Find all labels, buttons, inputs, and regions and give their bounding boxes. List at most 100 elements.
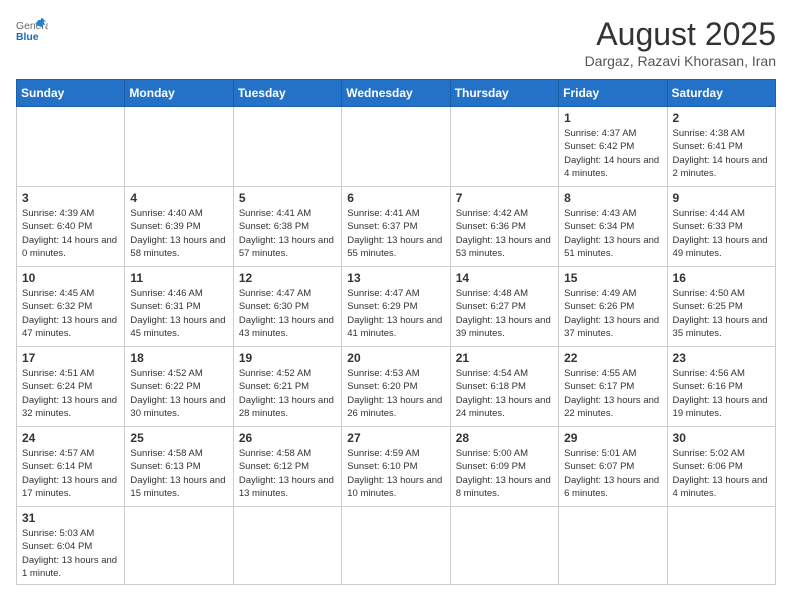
day-number: 1 [564, 111, 661, 125]
day-info: Sunrise: 4:59 AM Sunset: 6:10 PM Dayligh… [347, 447, 444, 500]
day-number: 24 [22, 431, 119, 445]
calendar-cell [450, 107, 558, 187]
calendar-cell: 3 Sunrise: 4:39 AM Sunset: 6:40 PM Daylig… [17, 187, 125, 267]
calendar-cell: 25Sunrise: 4:58 AM Sunset: 6:13 PM Dayli… [125, 427, 233, 507]
calendar-cell: 19 Sunrise: 4:52 AM Sunset: 6:21 PM Dayli… [233, 347, 341, 427]
day-info: Sunrise: 4:52 AM Sunset: 6:21 PM Dayligh… [239, 367, 336, 420]
day-info: Sunrise: 4:47 AM Sunset: 6:30 PM Dayligh… [239, 287, 336, 340]
calendar-cell [667, 507, 775, 585]
day-info: Sunrise: 4:49 AM Sunset: 6:26 PM Dayligh… [564, 287, 661, 340]
day-info: Sunrise: 5:01 AM Sunset: 6:07 PM Dayligh… [564, 447, 661, 500]
day-info: Sunrise: 4:43 AM Sunset: 6:34 PM Dayligh… [564, 207, 661, 260]
weekday-header-wednesday: Wednesday [342, 80, 450, 107]
day-info: Sunrise: 4:41 AM Sunset: 6:38 PM Dayligh… [239, 207, 336, 260]
day-info: Sunrise: 4:40 AM Sunset: 6:39 PM Dayligh… [130, 207, 227, 260]
calendar-cell: 16 Sunrise: 4:50 AM Sunset: 6:25 PM Dayli… [667, 267, 775, 347]
calendar-cell: 28Sunrise: 5:00 AM Sunset: 6:09 PM Dayli… [450, 427, 558, 507]
day-number: 4 [130, 191, 227, 205]
svg-text:Blue: Blue [16, 32, 39, 43]
calendar-table: SundayMondayTuesdayWednesdayThursdayFrid… [16, 79, 776, 585]
day-info: Sunrise: 4:58 AM Sunset: 6:12 PM Dayligh… [239, 447, 336, 500]
calendar-cell: 20 Sunrise: 4:53 AM Sunset: 6:20 PM Dayli… [342, 347, 450, 427]
day-info: Sunrise: 4:45 AM Sunset: 6:32 PM Dayligh… [22, 287, 119, 340]
calendar-subtitle: Dargaz, Razavi Khorasan, Iran [585, 53, 776, 69]
day-info: Sunrise: 4:42 AM Sunset: 6:36 PM Dayligh… [456, 207, 553, 260]
calendar-cell [450, 507, 558, 585]
day-info: Sunrise: 4:44 AM Sunset: 6:33 PM Dayligh… [673, 207, 770, 260]
calendar-cell: 7 Sunrise: 4:42 AM Sunset: 6:36 PM Daylig… [450, 187, 558, 267]
weekday-header-monday: Monday [125, 80, 233, 107]
weekday-header-friday: Friday [559, 80, 667, 107]
calendar-cell: 1Sunrise: 4:37 AM Sunset: 6:42 PM Daylig… [559, 107, 667, 187]
weekday-header-tuesday: Tuesday [233, 80, 341, 107]
day-info: Sunrise: 4:53 AM Sunset: 6:20 PM Dayligh… [347, 367, 444, 420]
day-info: Sunrise: 4:56 AM Sunset: 6:16 PM Dayligh… [673, 367, 770, 420]
day-info: Sunrise: 4:52 AM Sunset: 6:22 PM Dayligh… [130, 367, 227, 420]
day-number: 3 [22, 191, 119, 205]
logo: General Blue [16, 16, 48, 44]
calendar-cell: 29 Sunrise: 5:01 AM Sunset: 6:07 PM Dayli… [559, 427, 667, 507]
calendar-cell: 26Sunrise: 4:58 AM Sunset: 6:12 PM Dayli… [233, 427, 341, 507]
day-number: 17 [22, 351, 119, 365]
generalblue-logo-icon: General Blue [16, 16, 48, 44]
day-info: Sunrise: 4:39 AM Sunset: 6:40 PM Dayligh… [22, 207, 119, 260]
day-number: 2 [673, 111, 770, 125]
day-info: Sunrise: 4:46 AM Sunset: 6:31 PM Dayligh… [130, 287, 227, 340]
calendar-week-row: 31Sunrise: 5:03 AM Sunset: 6:04 PM Dayli… [17, 507, 776, 585]
day-info: Sunrise: 4:41 AM Sunset: 6:37 PM Dayligh… [347, 207, 444, 260]
day-number: 8 [564, 191, 661, 205]
title-section: August 2025 Dargaz, Razavi Khorasan, Ira… [585, 16, 776, 69]
calendar-week-row: 24 Sunrise: 4:57 AM Sunset: 6:14 PM Dayli… [17, 427, 776, 507]
day-info: Sunrise: 4:47 AM Sunset: 6:29 PM Dayligh… [347, 287, 444, 340]
day-info: Sunrise: 4:38 AM Sunset: 6:41 PM Dayligh… [673, 127, 770, 180]
calendar-cell: 22 Sunrise: 4:55 AM Sunset: 6:17 PM Dayli… [559, 347, 667, 427]
calendar-cell: 30Sunrise: 5:02 AM Sunset: 6:06 PM Dayli… [667, 427, 775, 507]
day-number: 23 [673, 351, 770, 365]
calendar-cell: 31Sunrise: 5:03 AM Sunset: 6:04 PM Dayli… [17, 507, 125, 585]
calendar-cell: 10Sunrise: 4:45 AM Sunset: 6:32 PM Dayli… [17, 267, 125, 347]
day-info: Sunrise: 4:54 AM Sunset: 6:18 PM Dayligh… [456, 367, 553, 420]
day-number: 19 [239, 351, 336, 365]
calendar-cell: 14Sunrise: 4:48 AM Sunset: 6:27 PM Dayli… [450, 267, 558, 347]
weekday-header-sunday: Sunday [17, 80, 125, 107]
day-number: 15 [564, 271, 661, 285]
day-info: Sunrise: 5:00 AM Sunset: 6:09 PM Dayligh… [456, 447, 553, 500]
day-number: 27 [347, 431, 444, 445]
day-number: 9 [673, 191, 770, 205]
day-number: 14 [456, 271, 553, 285]
day-info: Sunrise: 4:55 AM Sunset: 6:17 PM Dayligh… [564, 367, 661, 420]
day-number: 30 [673, 431, 770, 445]
calendar-week-row: 10Sunrise: 4:45 AM Sunset: 6:32 PM Dayli… [17, 267, 776, 347]
calendar-cell: 23 Sunrise: 4:56 AM Sunset: 6:16 PM Dayli… [667, 347, 775, 427]
day-number: 16 [673, 271, 770, 285]
calendar-week-row: 17Sunrise: 4:51 AM Sunset: 6:24 PM Dayli… [17, 347, 776, 427]
day-number: 11 [130, 271, 227, 285]
calendar-cell: 12Sunrise: 4:47 AM Sunset: 6:30 PM Dayli… [233, 267, 341, 347]
day-info: Sunrise: 4:57 AM Sunset: 6:14 PM Dayligh… [22, 447, 119, 500]
calendar-cell [17, 107, 125, 187]
calendar-cell [559, 507, 667, 585]
day-number: 18 [130, 351, 227, 365]
calendar-cell: 4 Sunrise: 4:40 AM Sunset: 6:39 PM Daylig… [125, 187, 233, 267]
calendar-cell: 6Sunrise: 4:41 AM Sunset: 6:37 PM Daylig… [342, 187, 450, 267]
calendar-cell: 5 Sunrise: 4:41 AM Sunset: 6:38 PM Daylig… [233, 187, 341, 267]
calendar-cell: 11 Sunrise: 4:46 AM Sunset: 6:31 PM Dayli… [125, 267, 233, 347]
day-number: 29 [564, 431, 661, 445]
calendar-cell [125, 107, 233, 187]
weekday-header-row: SundayMondayTuesdayWednesdayThursdayFrid… [17, 80, 776, 107]
weekday-header-saturday: Saturday [667, 80, 775, 107]
day-number: 13 [347, 271, 444, 285]
calendar-cell: 13 Sunrise: 4:47 AM Sunset: 6:29 PM Dayli… [342, 267, 450, 347]
day-number: 22 [564, 351, 661, 365]
day-number: 5 [239, 191, 336, 205]
day-number: 20 [347, 351, 444, 365]
calendar-cell: 24 Sunrise: 4:57 AM Sunset: 6:14 PM Dayli… [17, 427, 125, 507]
calendar-cell [233, 107, 341, 187]
day-number: 31 [22, 511, 119, 525]
day-number: 7 [456, 191, 553, 205]
day-info: Sunrise: 4:50 AM Sunset: 6:25 PM Dayligh… [673, 287, 770, 340]
calendar-cell [125, 507, 233, 585]
calendar-cell [342, 107, 450, 187]
calendar-cell: 18 Sunrise: 4:52 AM Sunset: 6:22 PM Dayli… [125, 347, 233, 427]
day-info: Sunrise: 4:58 AM Sunset: 6:13 PM Dayligh… [130, 447, 227, 500]
